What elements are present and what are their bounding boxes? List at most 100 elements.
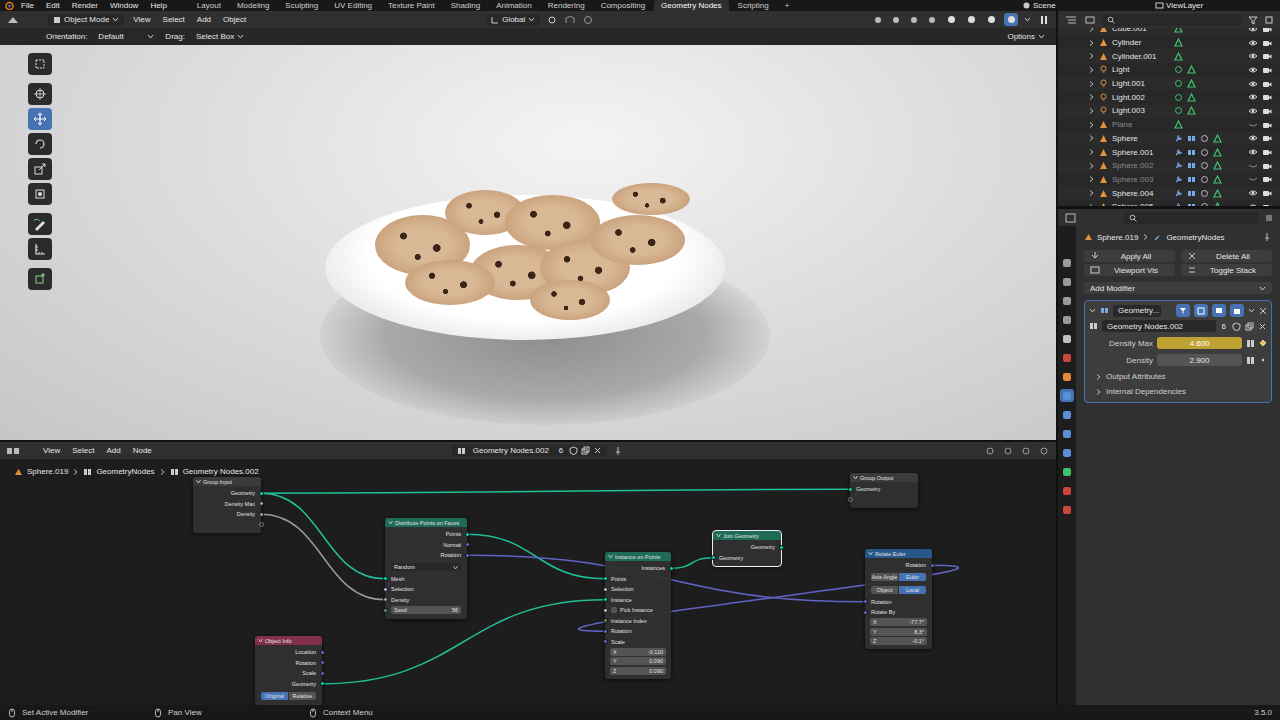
- gizmo-icon[interactable]: [890, 15, 902, 25]
- expand-icon[interactable]: [1088, 134, 1095, 142]
- vector-field[interactable]: X-77.7°: [870, 618, 927, 626]
- tool-button[interactable]: [28, 108, 52, 130]
- tool-button[interactable]: [28, 183, 52, 205]
- new-collection-icon[interactable]: [1264, 15, 1274, 25]
- tool-button[interactable]: [28, 83, 52, 105]
- tool-button[interactable]: [28, 158, 52, 180]
- workspace-tab[interactable]: Modeling: [230, 0, 276, 11]
- checkbox[interactable]: [611, 607, 617, 613]
- socket[interactable]: [383, 576, 388, 581]
- pin-icon[interactable]: [613, 446, 623, 456]
- eye-icon[interactable]: [1248, 148, 1258, 156]
- expand-icon[interactable]: [1088, 189, 1095, 197]
- socket[interactable]: [259, 501, 264, 506]
- xray-icon[interactable]: [926, 15, 938, 25]
- outliner-row[interactable]: Light.003: [1058, 104, 1280, 118]
- menu-item[interactable]: Render: [67, 1, 103, 10]
- display-mode-icon[interactable]: [1084, 15, 1096, 25]
- eye-icon[interactable]: [1248, 28, 1258, 33]
- eye-closed-icon[interactable]: [1248, 121, 1258, 129]
- camera-icon[interactable]: [1262, 107, 1272, 115]
- workspace-tab[interactable]: Layout: [190, 0, 228, 11]
- socket[interactable]: [669, 566, 674, 571]
- collapse-icon[interactable]: [258, 638, 263, 643]
- socket[interactable]: [863, 610, 868, 615]
- view-icon[interactable]: [872, 15, 884, 25]
- menu-item[interactable]: File: [16, 1, 39, 10]
- pivot-icon[interactable]: [546, 15, 558, 25]
- menu-item[interactable]: Object: [220, 15, 249, 24]
- modifier-action-button[interactable]: Delete All: [1181, 250, 1272, 262]
- attribute-toggle-icon[interactable]: [1246, 339, 1255, 348]
- viewport-toggle[interactable]: [1212, 304, 1226, 317]
- menu-item[interactable]: Add: [103, 446, 123, 455]
- remove-icon[interactable]: [1259, 307, 1267, 315]
- collapse-icon[interactable]: [608, 554, 613, 559]
- workspace-tab[interactable]: Shading: [444, 0, 487, 11]
- visibility-toggle[interactable]: [1248, 28, 1258, 33]
- duplicate-icon[interactable]: [1245, 322, 1254, 331]
- filter-icon[interactable]: [1248, 15, 1258, 25]
- shading-button[interactable]: [1004, 13, 1018, 26]
- properties-tab[interactable]: [1060, 313, 1074, 326]
- socket[interactable]: [603, 618, 608, 623]
- mode-dropdown[interactable]: Object Mode: [48, 14, 124, 26]
- camera-icon[interactable]: [1262, 134, 1272, 142]
- eye-icon[interactable]: [1248, 134, 1258, 142]
- camera-icon[interactable]: [1262, 28, 1272, 33]
- expand-icon[interactable]: [1088, 121, 1095, 129]
- blender-logo-icon[interactable]: [4, 1, 14, 10]
- sidebar-icon[interactable]: [1038, 446, 1050, 456]
- collapse-icon[interactable]: [196, 479, 201, 484]
- keyframe-dot-icon[interactable]: [1259, 356, 1267, 364]
- toggle-option[interactable]: Relative: [289, 692, 316, 700]
- node-link[interactable]: [467, 534, 605, 579]
- menu-item[interactable]: Node: [130, 446, 155, 455]
- node-canvas[interactable]: Sphere.019GeometryNodesGeometry Nodes.00…: [0, 459, 1056, 705]
- socket[interactable]: [863, 599, 868, 604]
- visibility-toggle[interactable]: [1248, 66, 1258, 74]
- node[interactable]: Distribute Points on FacesPointsNormalRo…: [385, 518, 467, 619]
- eye-icon[interactable]: [1248, 52, 1258, 60]
- socket[interactable]: [465, 542, 470, 547]
- socket[interactable]: [465, 553, 470, 558]
- overlay-icon[interactable]: [908, 15, 920, 25]
- socket[interactable]: [848, 487, 853, 492]
- shading-button[interactable]: [984, 13, 998, 26]
- tool-button[interactable]: [28, 133, 52, 155]
- node-link[interactable]: [261, 514, 385, 600]
- number-field[interactable]: 2.900: [1157, 354, 1242, 366]
- modifier-action-button[interactable]: Toggle Stack: [1181, 264, 1272, 276]
- search-field[interactable]: [1124, 212, 1258, 224]
- properties-tab[interactable]: [1060, 446, 1074, 459]
- node-link[interactable]: [261, 493, 385, 579]
- node[interactable]: Group InputGeometryDensity MaxDensity: [193, 477, 261, 533]
- menu-item[interactable]: Window: [105, 1, 143, 10]
- scene-name[interactable]: Scene: [1033, 1, 1153, 10]
- tool-button[interactable]: [28, 53, 52, 75]
- menu-item[interactable]: Help: [145, 1, 171, 10]
- visibility-toggle[interactable]: [1248, 134, 1258, 142]
- add-workspace-button[interactable]: +: [778, 0, 797, 11]
- number-field[interactable]: 4.600: [1157, 337, 1242, 349]
- options-icon[interactable]: [1264, 213, 1274, 223]
- outliner-row[interactable]: Light: [1058, 63, 1280, 77]
- properties-tab[interactable]: [1060, 351, 1074, 364]
- collapse-icon[interactable]: [868, 551, 873, 556]
- outliner-row[interactable]: Cylinder.001: [1058, 49, 1280, 63]
- camera-icon[interactable]: [1262, 66, 1272, 74]
- properties-tab[interactable]: [1060, 256, 1074, 269]
- socket[interactable]: [259, 512, 264, 517]
- workspace-tab[interactable]: Animation: [489, 0, 539, 11]
- subpanel-header[interactable]: Internal Dependencies: [1089, 387, 1267, 396]
- unlink-icon[interactable]: [1258, 322, 1267, 331]
- workspace-tab[interactable]: Rendering: [541, 0, 592, 11]
- toggle-option[interactable]: Local: [899, 586, 926, 594]
- expand-icon[interactable]: [1088, 80, 1095, 88]
- parent-icon[interactable]: [984, 446, 996, 456]
- breadcrumb-item[interactable]: Sphere.019: [27, 467, 68, 476]
- pin-icon[interactable]: [1262, 232, 1272, 242]
- toggle-option[interactable]: Object: [871, 586, 898, 594]
- snap-icon[interactable]: [1002, 446, 1014, 456]
- workspace-tab[interactable]: Sculpting: [278, 0, 325, 11]
